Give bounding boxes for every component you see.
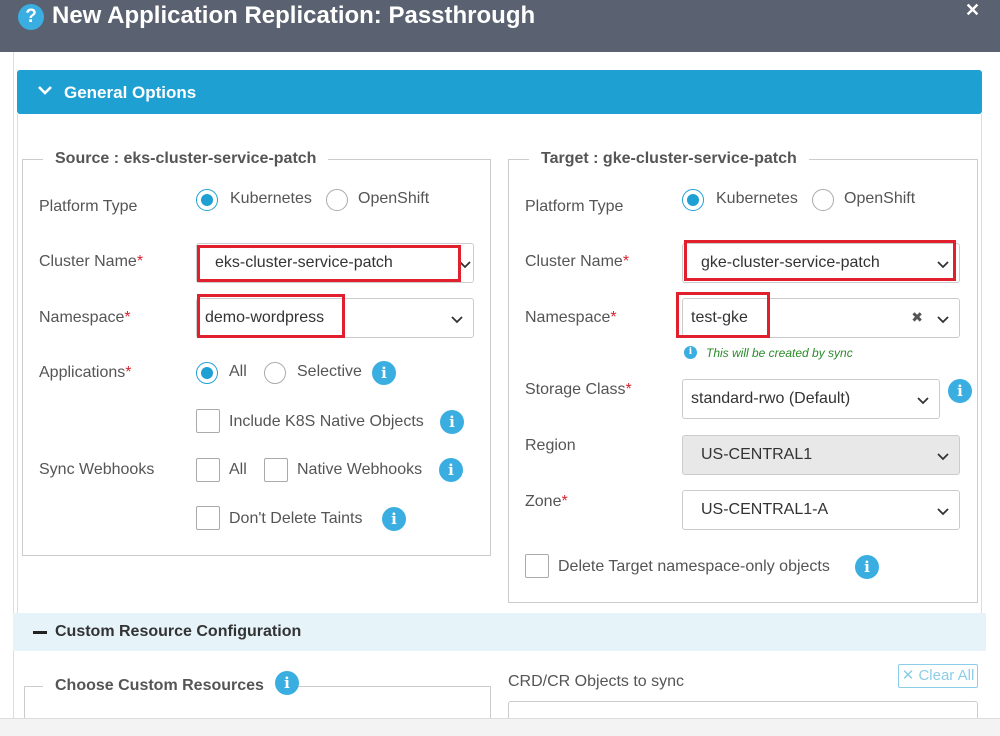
sync-webhooks-all-label: All bbox=[229, 461, 247, 478]
crd-objects-label: CRD/CR Objects to sync bbox=[508, 673, 685, 690]
storage-class-label: Storage Class* bbox=[525, 381, 632, 398]
zone-value: US-CENTRAL1-A bbox=[701, 501, 829, 518]
native-webhooks-label: Native Webhooks bbox=[297, 461, 423, 478]
zone-select[interactable]: US-CENTRAL1-A bbox=[682, 490, 960, 530]
info-icon[interactable]: i bbox=[382, 507, 406, 531]
delete-target-label: Delete Target namespace-only objects bbox=[558, 558, 830, 575]
chevron-down-icon bbox=[917, 397, 929, 405]
chevron-down-icon bbox=[937, 508, 949, 516]
include-k8s-checkbox[interactable] bbox=[196, 409, 220, 433]
target-namespace-label: Namespace* bbox=[525, 309, 617, 326]
close-icon: ✕ bbox=[901, 667, 915, 684]
target-cluster-name-label: Cluster Name* bbox=[525, 253, 630, 270]
info-icon[interactable]: i bbox=[440, 410, 464, 434]
target-namespace-highlight bbox=[676, 292, 770, 338]
source-namespace-highlight bbox=[197, 294, 345, 338]
namespace-hint: This will be created by sync bbox=[706, 346, 853, 360]
dialog-title: New Application Replication: Passthrough bbox=[52, 2, 536, 29]
bottom-bar bbox=[0, 718, 1000, 736]
applications-all-radio[interactable] bbox=[196, 362, 218, 384]
sync-webhooks-label: Sync Webhooks bbox=[39, 461, 155, 478]
region-label: Region bbox=[525, 437, 576, 454]
dialog-titlebar: ? New Application Replication: Passthrou… bbox=[0, 0, 1000, 52]
clear-all-label: Clear All bbox=[918, 667, 975, 684]
source-namespace-label: Namespace* bbox=[39, 309, 131, 326]
include-k8s-label: Include K8S Native Objects bbox=[229, 413, 424, 430]
region-select: US-CENTRAL1 bbox=[682, 435, 960, 475]
info-icon[interactable]: i bbox=[372, 361, 396, 385]
source-cluster-highlight bbox=[197, 245, 461, 282]
custom-resource-header[interactable]: Custom Resource Configuration bbox=[13, 613, 986, 651]
target-platform-openshift-radio[interactable] bbox=[812, 189, 834, 211]
source-platform-kubernetes-radio[interactable] bbox=[196, 189, 218, 211]
applications-selective-label: Selective bbox=[297, 363, 362, 380]
clear-icon[interactable]: ✖ bbox=[911, 309, 923, 326]
target-legend: Target : gke-cluster-service-patch bbox=[529, 150, 809, 168]
minus-icon bbox=[33, 631, 47, 634]
target-platform-kubernetes-label: Kubernetes bbox=[716, 190, 798, 207]
info-icon[interactable]: i bbox=[855, 555, 879, 579]
applications-all-label: All bbox=[229, 363, 247, 380]
chevron-down-icon bbox=[38, 86, 52, 95]
source-platform-type-label: Platform Type bbox=[39, 198, 138, 215]
target-platform-openshift-label: OpenShift bbox=[844, 190, 916, 207]
storage-class-select[interactable]: standard-rwo (Default) bbox=[682, 379, 940, 419]
target-cluster-highlight bbox=[684, 240, 956, 281]
info-icon[interactable]: i bbox=[439, 458, 463, 482]
general-options-header[interactable]: General Options bbox=[17, 70, 982, 114]
applications-selective-radio[interactable] bbox=[264, 362, 286, 384]
region-value: US-CENTRAL1 bbox=[701, 446, 813, 463]
native-webhooks-checkbox[interactable] bbox=[264, 458, 288, 482]
source-legend: Source : eks-cluster-service-patch bbox=[43, 150, 329, 168]
source-applications-label: Applications* bbox=[39, 364, 132, 381]
dont-delete-taints-checkbox[interactable] bbox=[196, 506, 220, 530]
source-fieldset bbox=[22, 159, 491, 556]
source-platform-openshift-radio[interactable] bbox=[326, 189, 348, 211]
choose-cr-legend: Choose Custom Resources bbox=[43, 677, 276, 695]
chevron-down-icon bbox=[451, 316, 463, 324]
custom-resource-label: Custom Resource Configuration bbox=[55, 623, 302, 640]
source-platform-openshift-label: OpenShift bbox=[358, 190, 430, 207]
sync-webhooks-all-checkbox[interactable] bbox=[196, 458, 220, 482]
target-platform-type-label: Platform Type bbox=[525, 198, 624, 215]
question-circle-icon[interactable]: ? bbox=[18, 4, 44, 30]
chevron-down-icon bbox=[937, 453, 949, 461]
storage-class-value: standard-rwo (Default) bbox=[691, 390, 851, 407]
info-icon[interactable]: i bbox=[275, 671, 299, 695]
zone-label: Zone* bbox=[525, 493, 568, 510]
info-icon: i bbox=[684, 346, 697, 359]
close-icon[interactable]: ✕ bbox=[965, 0, 980, 21]
source-cluster-name-label: Cluster Name* bbox=[39, 253, 144, 270]
info-icon[interactable]: i bbox=[948, 379, 972, 403]
source-platform-kubernetes-label: Kubernetes bbox=[230, 190, 312, 207]
dont-delete-taints-label: Don't Delete Taints bbox=[229, 510, 363, 527]
target-platform-kubernetes-radio[interactable] bbox=[682, 189, 704, 211]
general-options-label: General Options bbox=[64, 83, 197, 102]
delete-target-checkbox[interactable] bbox=[525, 554, 549, 578]
clear-all-button[interactable]: ✕ Clear All bbox=[898, 664, 978, 688]
chevron-down-icon bbox=[937, 316, 949, 324]
